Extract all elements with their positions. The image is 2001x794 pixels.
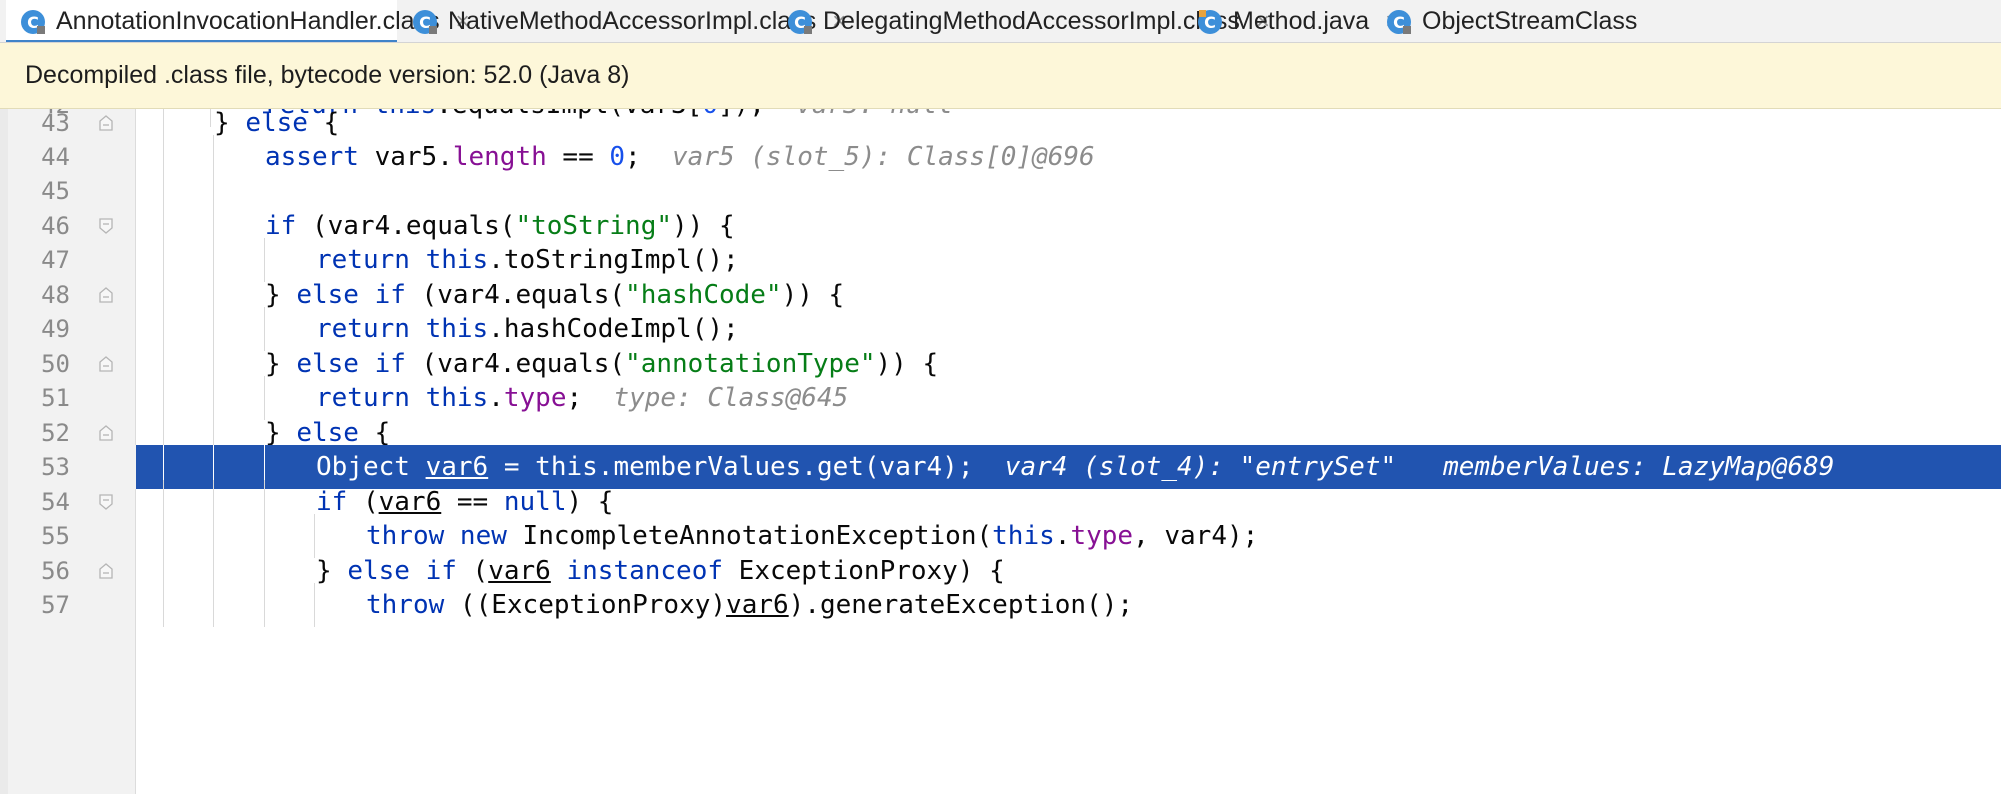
tab-label: NativeMethodAccessorImpl.class	[448, 7, 817, 35]
banner-text: Decompiled .class file, bytecode version…	[25, 61, 630, 89]
tab-label: ObjectStreamClass	[1422, 7, 1638, 35]
tab-delegating-method-accessor-impl[interactable]: C DelegatingMethodAccessorImpl.class ×	[781, 0, 1270, 42]
code-text: throw ((ExceptionProxy)var6).generateExc…	[366, 590, 1134, 620]
fold-end-icon[interactable]	[99, 356, 113, 372]
tab-label: Method.java	[1233, 7, 1370, 35]
fold-start-icon[interactable]	[99, 494, 113, 510]
tab-label: AnnotationInvocationHandler.class	[56, 7, 440, 35]
tab-annotation-invocation-handler[interactable]: C AnnotationInvocationHandler.class ×	[6, 0, 470, 42]
fold-end-icon[interactable]	[99, 115, 113, 131]
fold-start-icon[interactable]	[99, 218, 113, 234]
editor-tab-bar: C AnnotationInvocationHandler.class × C …	[0, 0, 2001, 43]
line-number: 57	[41, 591, 70, 619]
class-icon: C	[1386, 9, 1412, 35]
code-line[interactable]: 57 throw ((ExceptionProxy)var6).generate…	[0, 583, 2001, 627]
class-icon: C	[412, 9, 438, 35]
decompiled-banner: Decompiled .class file, bytecode version…	[0, 43, 2001, 109]
fold-end-icon[interactable]	[99, 563, 113, 579]
fold-end-icon[interactable]	[99, 287, 113, 303]
java-icon: C	[1197, 9, 1223, 35]
tab-method-java[interactable]: C Method.java ×	[1191, 0, 1399, 42]
code-editor[interactable]: 42 return this.equalsImpl(var3[0]); var3…	[0, 109, 2001, 794]
tab-native-method-accessor-impl[interactable]: C NativeMethodAccessorImpl.class ×	[406, 0, 846, 42]
tab-label: DelegatingMethodAccessorImpl.class	[823, 7, 1240, 35]
tab-object-stream-class[interactable]: C ObjectStreamClass	[1382, 0, 2001, 42]
fold-end-icon[interactable]	[99, 425, 113, 441]
class-icon: C	[20, 9, 46, 35]
class-icon: C	[787, 9, 813, 35]
